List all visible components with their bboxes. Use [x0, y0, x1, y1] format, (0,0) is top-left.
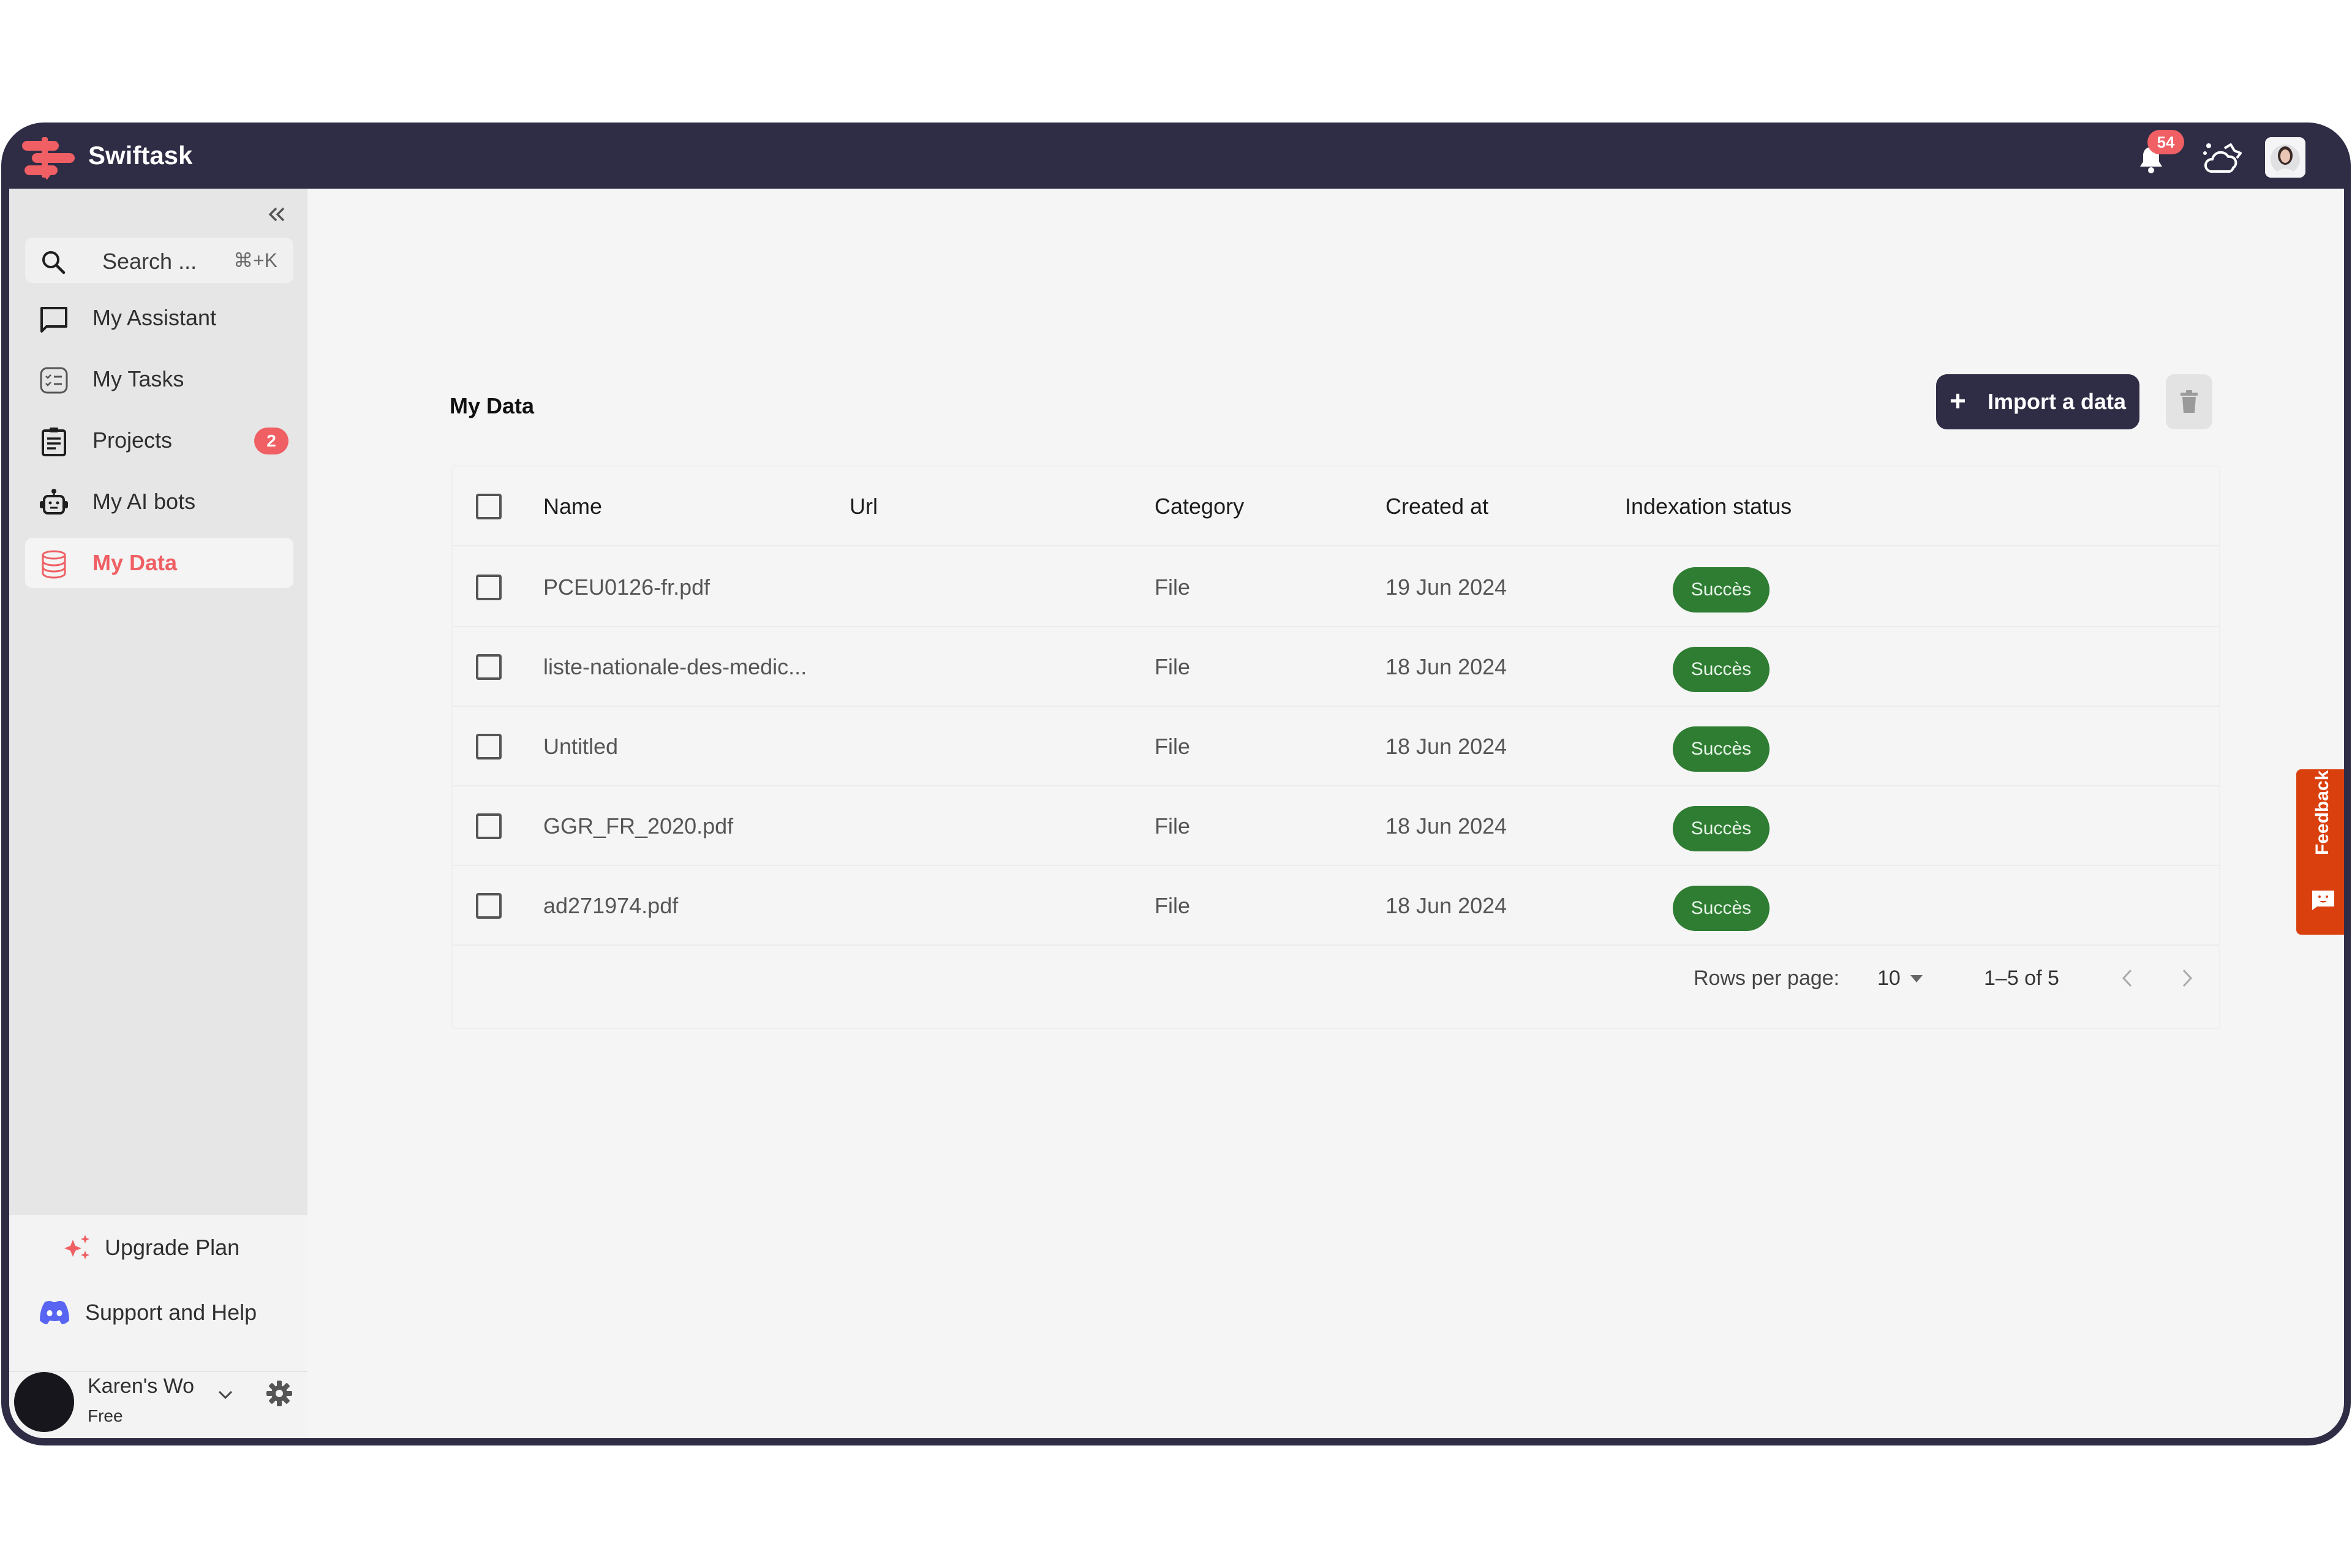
sidebar-item-my-tasks[interactable]: My Tasks: [25, 354, 293, 404]
discord-icon: [40, 1301, 69, 1324]
sparkles-icon: [64, 1235, 89, 1259]
row-created-at: 18 Jun 2024: [1385, 654, 1507, 679]
row-category: File: [1155, 734, 1191, 759]
data-table: Name Url Category Created at Indexation …: [451, 466, 2220, 1029]
support-and-help-label: Support and Help: [85, 1300, 257, 1325]
status-badge: Succès: [1673, 647, 1770, 692]
row-created-at: 19 Jun 2024: [1385, 575, 1507, 600]
plus-icon: +: [1950, 385, 1966, 417]
row-checkbox[interactable]: [476, 813, 502, 839]
import-data-button[interactable]: + Import a data: [1936, 374, 2139, 429]
robot-icon: [40, 489, 68, 514]
search-shortcut: ⌘+K: [233, 249, 277, 271]
previous-page-button[interactable]: [2115, 963, 2139, 993]
row-checkbox[interactable]: [476, 734, 502, 760]
select-all-checkbox[interactable]: [476, 494, 502, 519]
pagination-range: 1–5 of 5: [1984, 967, 2059, 990]
upgrade-plan-label: Upgrade Plan: [105, 1235, 240, 1260]
chevron-left-icon: [2122, 969, 2132, 987]
row-name[interactable]: liste-nationale-des-medic...: [543, 654, 807, 680]
app-window: Swiftask 54 Search ... ⌘+K My Assistant …: [1, 123, 2351, 1446]
sidebar-item-label: Projects: [92, 428, 173, 453]
projects-count-badge: 2: [254, 428, 288, 454]
workspace-name: Karen's Wo: [88, 1374, 195, 1398]
row-checkbox[interactable]: [476, 575, 502, 600]
double-chevron-left-icon: [268, 207, 285, 222]
row-checkbox[interactable]: [476, 893, 502, 919]
table-row[interactable]: liste-nationale-des-medic... File 18 Jun…: [453, 627, 2219, 707]
tasks-icon: [40, 367, 68, 394]
column-header-category[interactable]: Category: [1155, 494, 1244, 519]
column-header-url[interactable]: Url: [850, 494, 878, 519]
row-checkbox[interactable]: [476, 654, 502, 680]
sidebar-item-label: My Tasks: [92, 366, 184, 391]
sidebar-item-label: My Assistant: [92, 305, 217, 330]
delete-button[interactable]: [2166, 374, 2212, 429]
workspace-plan: Free: [88, 1406, 123, 1425]
row-created-at: 18 Jun 2024: [1385, 893, 1507, 918]
feedback-chat-icon: [2312, 891, 2334, 910]
top-bar: Swiftask 54: [1, 123, 2351, 189]
row-name[interactable]: PCEU0126-fr.pdf: [543, 575, 710, 600]
swiftask-logo-icon[interactable]: [20, 136, 76, 180]
clipboard-icon: [42, 428, 66, 456]
divider: [9, 1371, 307, 1372]
database-icon: [42, 550, 66, 579]
gear-icon[interactable]: [265, 1379, 293, 1408]
row-created-at: 18 Jun 2024: [1385, 734, 1507, 759]
user-photo-icon: [2265, 137, 2305, 178]
collapse-sidebar-button[interactable]: [265, 202, 290, 227]
chevron-right-icon: [2182, 969, 2193, 987]
user-avatar[interactable]: [2265, 137, 2305, 178]
app-name: Swiftask: [88, 141, 193, 170]
next-page-button[interactable]: [2175, 963, 2199, 993]
status-badge: Succès: [1673, 806, 1770, 851]
notification-count-badge: 54: [2147, 130, 2184, 154]
rows-per-page-label: Rows per page:: [1694, 967, 1840, 990]
column-header-indexation-status[interactable]: Indexation status: [1625, 494, 1792, 519]
table-header: Name Url Category Created at Indexation …: [453, 467, 2219, 546]
status-badge: Succès: [1673, 726, 1770, 772]
sidebar-item-my-ai-bots[interactable]: My AI bots: [25, 477, 293, 527]
row-name[interactable]: GGR_FR_2020.pdf: [543, 813, 733, 839]
sidebar: Search ... ⌘+K My Assistant My Tasks Pro…: [9, 189, 307, 1438]
sidebar-item-projects[interactable]: Projects 2: [25, 415, 293, 466]
page-title: My Data: [450, 393, 535, 418]
sidebar-item-my-assistant[interactable]: My Assistant: [25, 293, 293, 343]
workspace-avatar[interactable]: [14, 1372, 74, 1432]
feedback-tab[interactable]: Feedback: [2296, 769, 2344, 935]
chevron-down-icon[interactable]: [215, 1384, 236, 1405]
column-header-name[interactable]: Name: [543, 494, 602, 519]
row-name[interactable]: ad271974.pdf: [543, 893, 678, 919]
status-badge: Succès: [1673, 567, 1770, 612]
pagination: Rows per page: 10 1–5 of 5: [453, 944, 2219, 1012]
table-row[interactable]: GGR_FR_2020.pdf File 18 Jun 2024 Succès: [453, 786, 2219, 866]
feedback-label: Feedback: [2312, 770, 2332, 855]
rows-per-page-select[interactable]: 10: [1877, 967, 1901, 990]
row-category: File: [1155, 813, 1191, 839]
table-row[interactable]: PCEU0126-fr.pdf File 19 Jun 2024 Succès: [453, 548, 2219, 627]
row-category: File: [1155, 575, 1191, 600]
row-created-at: 18 Jun 2024: [1385, 813, 1507, 839]
row-category: File: [1155, 654, 1191, 679]
sidebar-item-label: My Data: [92, 550, 178, 575]
column-header-created-at[interactable]: Created at: [1385, 494, 1488, 519]
status-badge: Succès: [1673, 886, 1770, 931]
search-placeholder: Search ...: [102, 249, 197, 274]
row-name[interactable]: Untitled: [543, 734, 618, 760]
row-category: File: [1155, 893, 1191, 918]
trash-icon: [2180, 390, 2198, 413]
table-row[interactable]: ad271974.pdf File 18 Jun 2024 Succès: [453, 866, 2219, 946]
sidebar-item-label: My AI bots: [92, 489, 196, 514]
chat-icon: [40, 307, 67, 333]
sidebar-item-my-data[interactable]: My Data: [25, 538, 293, 588]
search-input[interactable]: Search ... ⌘+K: [25, 238, 293, 283]
weather-icon[interactable]: [2203, 141, 2242, 176]
search-icon: [42, 251, 66, 274]
import-data-label: Import a data: [1988, 389, 2127, 414]
caret-down-icon[interactable]: [1910, 975, 1923, 982]
app-body: Search ... ⌘+K My Assistant My Tasks Pro…: [9, 189, 2344, 1438]
table-row[interactable]: Untitled File 18 Jun 2024 Succès: [453, 707, 2219, 786]
